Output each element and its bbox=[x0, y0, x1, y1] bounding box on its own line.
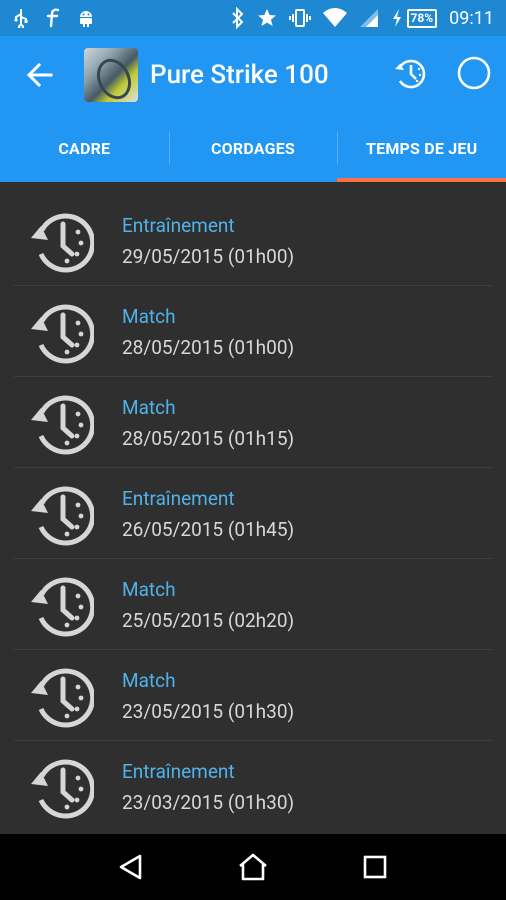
bluetooth-icon bbox=[231, 7, 245, 29]
clock-history-icon bbox=[31, 577, 94, 636]
session-list: Entraînement 29/05/2015 (01h00) Match 28… bbox=[0, 182, 506, 834]
tab-cordages[interactable]: CORDAGES bbox=[168, 114, 338, 182]
navigation-bar bbox=[0, 834, 506, 900]
facebook-icon bbox=[46, 8, 60, 28]
session-date: 26/05/2015 (01h45) bbox=[122, 517, 295, 541]
clock-history-icon bbox=[31, 395, 94, 454]
android-icon bbox=[76, 8, 96, 28]
clock-history-icon bbox=[31, 759, 94, 818]
list-item[interactable]: Match 23/05/2015 (01h30) bbox=[0, 650, 506, 741]
list-item[interactable]: Match 28/05/2015 (01h00) bbox=[0, 286, 506, 377]
tab-bar: CADRE CORDAGES TEMPS DE JEU bbox=[0, 114, 506, 182]
arrow-back-icon bbox=[27, 62, 53, 88]
session-type: Entraînement bbox=[122, 759, 235, 783]
app-bar: Pure Strike 100 bbox=[0, 36, 506, 114]
session-type: Entraînement bbox=[122, 486, 235, 510]
circle-icon[interactable] bbox=[456, 55, 492, 95]
session-type: Entraînement bbox=[122, 213, 235, 237]
session-type: Match bbox=[122, 395, 176, 419]
clock-history-icon bbox=[31, 668, 94, 727]
status-bar: 78% 09:11 bbox=[0, 0, 506, 36]
list-item[interactable]: Match 28/05/2015 (01h15) bbox=[0, 377, 506, 468]
recents-nav-button[interactable] bbox=[351, 843, 399, 891]
battery: 78% bbox=[391, 8, 438, 28]
session-date: 23/05/2015 (01h30) bbox=[122, 699, 295, 723]
session-date: 28/05/2015 (01h15) bbox=[122, 426, 295, 450]
session-type: Match bbox=[122, 577, 176, 601]
clock-history-icon bbox=[31, 304, 94, 363]
session-date: 25/05/2015 (02h20) bbox=[122, 608, 295, 632]
back-button[interactable] bbox=[14, 49, 66, 101]
app-bar-actions bbox=[392, 55, 492, 95]
signal-icon bbox=[359, 8, 379, 28]
back-nav-icon bbox=[119, 854, 142, 880]
session-type: Match bbox=[122, 668, 176, 692]
page-title: Pure Strike 100 bbox=[150, 60, 329, 90]
list-item[interactable]: Match 25/05/2015 (02h20) bbox=[0, 559, 506, 650]
session-date: 28/05/2015 (01h00) bbox=[122, 335, 295, 359]
charging-icon bbox=[391, 8, 403, 28]
session-date: 23/03/2015 (01h30) bbox=[122, 790, 295, 814]
clock-text: 09:11 bbox=[449, 7, 494, 29]
star-icon bbox=[257, 8, 277, 28]
status-right-icons: 78% 09:11 bbox=[231, 7, 494, 29]
tab-cadre[interactable]: CADRE bbox=[0, 114, 169, 182]
back-nav-button[interactable] bbox=[107, 843, 155, 891]
home-nav-button[interactable] bbox=[229, 843, 277, 891]
vibrate-icon bbox=[288, 8, 311, 28]
battery-icon: 78% bbox=[406, 8, 438, 28]
wifi-icon bbox=[322, 8, 347, 28]
home-nav-icon bbox=[239, 853, 267, 881]
list-item[interactable]: Entraînement 29/05/2015 (01h00) bbox=[0, 182, 506, 286]
racket-avatar bbox=[84, 48, 138, 102]
clock-history-icon bbox=[31, 213, 94, 272]
list-item[interactable]: Entraînement 26/05/2015 (01h45) bbox=[0, 468, 506, 559]
clock-history-icon bbox=[31, 486, 94, 545]
recents-nav-icon bbox=[363, 855, 387, 879]
status-left-icons bbox=[12, 8, 96, 28]
tab-temps-de-jeu[interactable]: TEMPS DE JEU bbox=[337, 114, 506, 182]
list-item[interactable]: Entraînement 23/03/2015 (01h30) bbox=[0, 741, 506, 832]
session-date: 29/05/2015 (01h00) bbox=[122, 244, 295, 268]
usb-icon bbox=[12, 8, 30, 28]
history-icon[interactable] bbox=[392, 55, 428, 95]
session-type: Match bbox=[122, 304, 176, 328]
